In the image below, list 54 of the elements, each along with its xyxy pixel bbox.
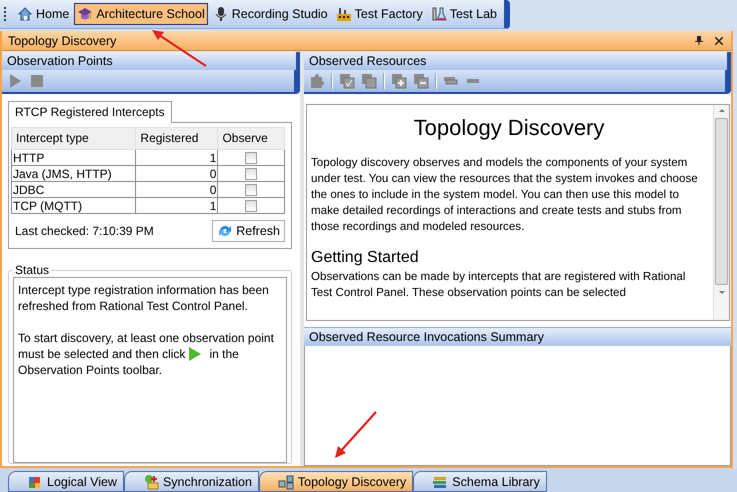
- table-cell: 1: [136, 150, 218, 166]
- close-icon[interactable]: [715, 36, 723, 44]
- refresh-icon: [217, 223, 234, 239]
- section-heading: Getting Started: [311, 249, 420, 267]
- status-instruction: Observation Points toolbar.: [18, 362, 162, 378]
- table-cell: 0: [136, 166, 218, 182]
- table-cell: JDBC: [12, 182, 136, 198]
- workspace-tab[interactable]: Home: [14, 3, 72, 25]
- microphone-icon: [212, 6, 229, 22]
- table-cell: TCP (MQTT): [12, 198, 136, 214]
- status-message: Intercept type registration information has been refreshed from Rational Test Control Panel.: [18, 282, 270, 314]
- status-instruction: must be selected and then click: [18, 346, 186, 362]
- view-tab[interactable]: Topology Discovery: [258, 471, 414, 492]
- document-paragraph: Topology discovery observes and models the components of your system under test. You can view the resources that the system invokes and choose the ones to include in the system model. You can then use this model to make detailed recordings of interactions and create tests and stubs from those recordings and modeled resources.: [311, 155, 699, 235]
- graduation-cap-icon: [77, 6, 94, 22]
- workspace-tab[interactable]: Architecture School: [74, 3, 208, 25]
- network-icon: [278, 474, 294, 490]
- flask-icon: [430, 6, 447, 22]
- table-cell: HTTP: [12, 150, 136, 166]
- annotation-arrow: [333, 410, 379, 460]
- document-heading: Topology Discovery: [412, 115, 606, 141]
- last-checked-text: Last checked: 7:10:39 PM: [15, 224, 154, 238]
- panel-title: Observation Points: [7, 54, 113, 68]
- intercepts-tab[interactable]: RTCP Registered Intercepts: [8, 101, 172, 123]
- view-tab[interactable]: Logical View: [8, 471, 124, 492]
- panel-title: Observed Resources: [309, 54, 426, 68]
- workspace-tab[interactable]: Recording Studio: [210, 3, 331, 25]
- status-title: Status: [14, 263, 50, 277]
- pin-icon[interactable]: [695, 36, 703, 45]
- scrollbar[interactable]: [713, 105, 729, 320]
- status-instruction: To start discovery, at least one observation point: [18, 330, 274, 346]
- document-paragraph: Observations can be made by intercepts that are registered with Rational Test Control Panel. These observation points can be selected: [311, 269, 686, 301]
- workspace-tab[interactable]: Test Lab: [428, 3, 500, 25]
- workspace-tab[interactable]: Test Factory: [332, 3, 426, 25]
- view-title: Topology Discovery: [8, 34, 116, 48]
- checkbox[interactable]: [245, 184, 258, 196]
- status-instruction: in the: [209, 346, 239, 362]
- play-icon: [189, 347, 202, 361]
- table-cell: Java (JMS, HTTP): [12, 166, 136, 182]
- column-header[interactable]: Observe: [218, 128, 284, 150]
- table-cell: 1: [136, 198, 218, 214]
- checkbox[interactable]: [245, 168, 258, 180]
- factory-icon: [336, 6, 352, 22]
- refresh-button[interactable]: Refresh: [212, 220, 285, 242]
- panel-title: Observed Resource Invocations Summary: [309, 330, 544, 344]
- table-cell: 0: [136, 182, 218, 198]
- house-icon: [17, 6, 33, 22]
- view-tab[interactable]: Schema Library: [413, 471, 547, 492]
- checkbox[interactable]: [245, 152, 258, 164]
- checkbox[interactable]: [245, 200, 258, 212]
- sync-icon: [142, 474, 159, 490]
- view-tab[interactable]: Synchronization: [124, 471, 259, 492]
- column-header[interactable]: Intercept type: [12, 128, 136, 150]
- column-header[interactable]: Registered: [136, 128, 218, 150]
